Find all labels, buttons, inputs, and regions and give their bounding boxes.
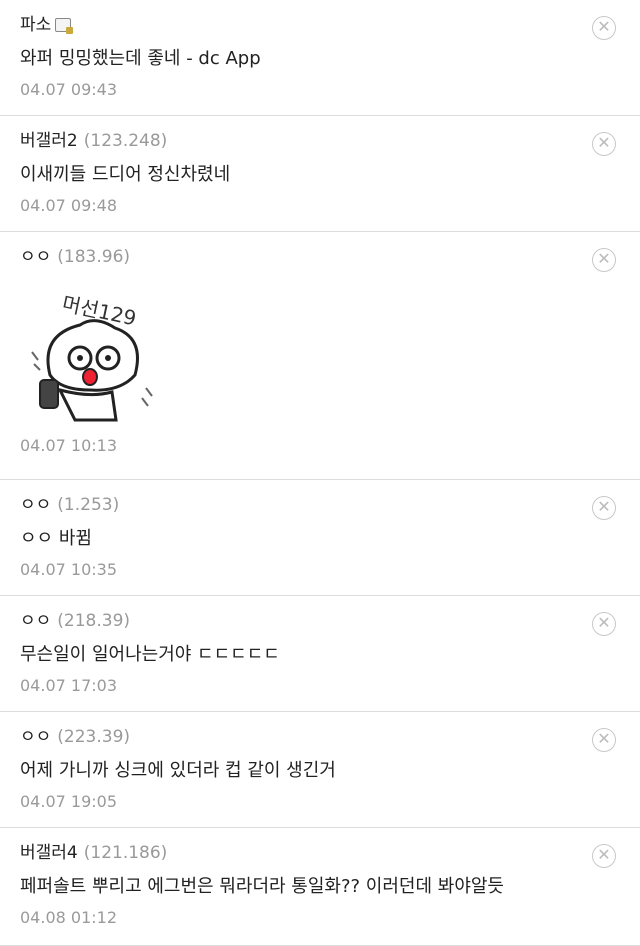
comment-date: 04.07 10:13 <box>20 436 117 455</box>
dccon-sticker[interactable]: 머선129 <box>20 280 170 430</box>
comment-ip: (218.39) <box>57 611 131 631</box>
comment-ip: (121.186) <box>83 843 168 863</box>
comment-item: ㅇㅇ (1.253) ㅇㅇ 바뀜 04.07 10:35 ✕ <box>0 480 640 596</box>
comment-nickname[interactable]: 파소 <box>20 14 51 36</box>
comment-list: 파소 와퍼 밍밍했는데 좋네 - dc App 04.07 09:43 ✕ 버갤… <box>0 0 640 946</box>
comment-item: 버갤러2 (123.248) 이새끼들 드디어 정신차렸네 04.07 09:4… <box>0 116 640 232</box>
gallery-badge-icon <box>55 18 74 34</box>
comment-text: 이새끼들 드디어 정신차렸네 <box>20 164 231 185</box>
comment-text: ㅇㅇ 바뀜 <box>20 528 92 549</box>
comment-text: 와퍼 밍밍했는데 좋네 - dc App <box>20 48 261 69</box>
comment-item: 파소 와퍼 밍밍했는데 좋네 - dc App 04.07 09:43 ✕ <box>0 0 640 116</box>
comment-text: 페퍼솔트 뿌리고 에그번은 뭐라더라 통일화?? 이러던데 봐야알듯 <box>20 876 504 897</box>
close-circle-icon[interactable]: ✕ <box>592 496 616 520</box>
comment-nickname[interactable]: 버갤러2 <box>20 130 78 152</box>
comment-item: ㅇㅇ (223.39) 어제 가니까 싱크에 있더라 컵 같이 생긴거 04.0… <box>0 712 640 828</box>
comment-ip: (123.248) <box>83 131 168 151</box>
comment-text: 어제 가니까 싱크에 있더라 컵 같이 생긴거 <box>20 760 336 781</box>
comment-date: 04.07 09:48 <box>20 196 117 215</box>
comment-date: 04.08 01:12 <box>20 908 117 927</box>
comment-item: ㅇㅇ (218.39) 무슨일이 일어나는거야 ㄷㄷㄷㄷㄷ 04.07 17:0… <box>0 596 640 712</box>
close-circle-icon[interactable]: ✕ <box>592 728 616 752</box>
close-circle-icon[interactable]: ✕ <box>592 132 616 156</box>
comment-ip: (1.253) <box>57 495 120 515</box>
sticker-phone <box>39 379 59 409</box>
close-circle-icon[interactable]: ✕ <box>592 844 616 868</box>
comment-date: 04.07 10:35 <box>20 560 117 579</box>
comment-nickname[interactable]: ㅇㅇ <box>20 494 51 516</box>
sticker-mouth <box>82 368 98 386</box>
close-circle-icon[interactable]: ✕ <box>592 612 616 636</box>
comment-date: 04.07 19:05 <box>20 792 117 811</box>
close-circle-icon[interactable]: ✕ <box>592 248 616 272</box>
sticker-eye <box>105 355 111 361</box>
sticker-body <box>57 387 118 422</box>
comment-ip: (223.39) <box>57 727 131 747</box>
sticker-eye <box>77 355 83 361</box>
comment-date: 04.07 17:03 <box>20 676 117 695</box>
comment-date: 04.07 09:43 <box>20 80 117 99</box>
close-circle-icon[interactable]: ✕ <box>592 16 616 40</box>
comment-nickname[interactable]: ㅇㅇ <box>20 726 51 748</box>
comment-text: 무슨일이 일어나는거야 ㄷㄷㄷㄷㄷ <box>20 644 280 665</box>
comment-nickname[interactable]: ㅇㅇ <box>20 610 51 632</box>
comment-item: 버갤러4 (121.186) 페퍼솔트 뿌리고 에그번은 뭐라더라 통일화?? … <box>0 828 640 946</box>
comment-item: ㅇㅇ (183.96) 머선129 04.07 10:13 ✕ <box>0 232 640 480</box>
comment-nickname[interactable]: 버갤러4 <box>20 842 78 864</box>
comment-ip: (183.96) <box>57 247 131 267</box>
comment-nickname[interactable]: ㅇㅇ <box>20 246 51 268</box>
